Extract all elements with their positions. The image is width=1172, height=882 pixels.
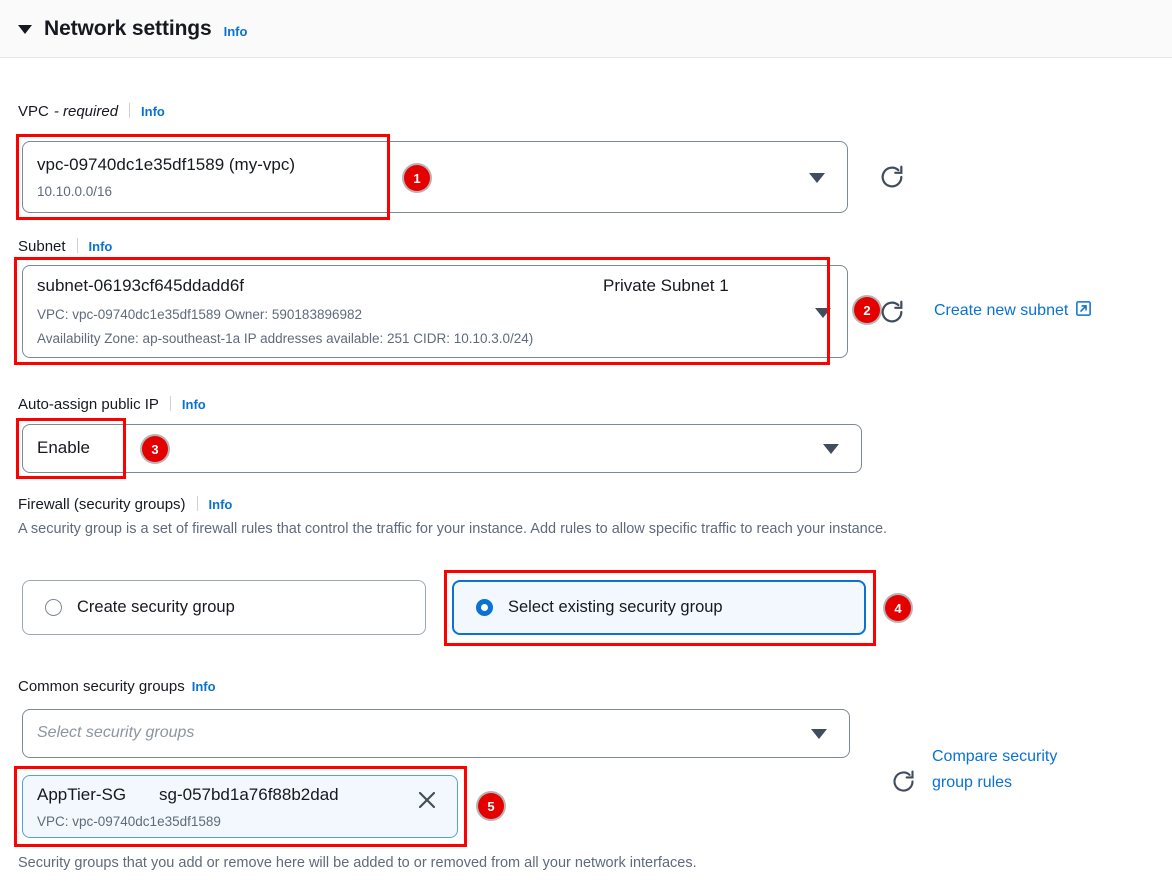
vpc-selected-value: vpc-09740dc1e35df1589 (my-vpc) (37, 155, 295, 174)
subnet-info-link[interactable]: Info (89, 239, 113, 254)
chevron-down-icon[interactable] (811, 729, 827, 739)
close-icon[interactable] (416, 789, 438, 816)
chevron-down-icon[interactable] (809, 173, 825, 183)
label-divider (196, 496, 198, 511)
common-security-groups-label: Common security groups Info (18, 678, 216, 695)
auto-assign-ip-label-text: Auto-assign public IP (18, 396, 159, 413)
firewall-description: A security group is a set of firewall ru… (18, 521, 888, 537)
label-divider (129, 103, 131, 118)
selected-security-group-token[interactable]: AppTier-SG sg-057bd1a76f88b2dad VPC: vpc… (22, 775, 458, 838)
security-groups-refresh-icon[interactable] (890, 768, 917, 800)
vpc-refresh-icon[interactable] (878, 163, 906, 196)
compare-link-line-2: group rules (932, 774, 1013, 791)
create-new-subnet-link[interactable]: Create new subnet (934, 300, 1092, 322)
token-group-name: AppTier-SG (37, 785, 127, 804)
common-security-groups-placeholder: Select security groups (37, 724, 195, 741)
radio-select-existing-security-group[interactable]: Select existing security group (452, 580, 866, 635)
subnet-meta-line-2: Availability Zone: ap-southeast-1a IP ad… (37, 331, 534, 346)
subnet-select[interactable]: subnet-06193cf645ddadd6f Private Subnet … (22, 265, 848, 358)
compare-link-line-1: Compare security (932, 748, 1058, 765)
vpc-label: VPC - required Info (18, 101, 165, 120)
radio-selected-icon[interactable] (476, 599, 493, 616)
token-group-id: sg-057bd1a76f88b2dad (159, 785, 339, 804)
token-group-vpc: VPC: vpc-09740dc1e35df1589 (37, 814, 221, 829)
auto-assign-ip-value: Enable (37, 438, 90, 457)
annotation-badge-5: 5 (478, 793, 504, 819)
subnet-selected-id: subnet-06193cf645ddadd6f (37, 276, 245, 295)
compare-security-group-rules-link[interactable]: Compare security group rules (932, 744, 1072, 796)
annotation-badge-4: 4 (885, 595, 911, 621)
common-security-groups-select[interactable]: Select security groups (22, 709, 850, 758)
security-groups-hint: Security groups that you add or remove h… (18, 855, 697, 871)
subnet-label: Subnet Info (18, 236, 112, 255)
section-info-link[interactable]: Info (224, 24, 248, 39)
auto-assign-ip-label: Auto-assign public IP Info (18, 394, 206, 413)
external-link-icon (1075, 300, 1092, 322)
radio-unselected-icon[interactable] (45, 599, 62, 616)
common-security-groups-label-text: Common security groups (18, 678, 185, 695)
radio-create-security-group-label: Create security group (77, 598, 235, 616)
chevron-down-icon[interactable] (815, 308, 831, 318)
auto-assign-ip-select[interactable]: Enable (22, 424, 862, 473)
caret-down-icon[interactable] (18, 25, 32, 34)
vpc-selected-cidr: 10.10.0.0/16 (37, 184, 113, 199)
annotation-badge-2: 2 (854, 297, 880, 323)
firewall-info-link[interactable]: Info (209, 497, 233, 512)
chevron-down-icon[interactable] (823, 444, 839, 454)
auto-assign-ip-info-link[interactable]: Info (182, 397, 206, 412)
subnet-refresh-icon[interactable] (878, 298, 906, 331)
subnet-label-text: Subnet (18, 238, 66, 255)
radio-select-existing-security-group-label: Select existing security group (508, 598, 723, 616)
vpc-info-link[interactable]: Info (141, 104, 165, 119)
subnet-meta-line-1: VPC: vpc-09740dc1e35df1589 Owner: 590183… (37, 307, 362, 322)
common-security-groups-info-link[interactable]: Info (192, 679, 216, 694)
vpc-label-text: VPC (18, 103, 49, 120)
page-title: Network settings (44, 16, 212, 40)
vpc-required-text: - required (53, 103, 119, 120)
firewall-label-text: Firewall (security groups) (18, 496, 186, 513)
firewall-label: Firewall (security groups) Info (18, 494, 232, 513)
network-settings-header[interactable]: Network settings Info (0, 0, 1172, 58)
subnet-selected-name: Private Subnet 1 (603, 276, 729, 295)
vpc-select[interactable]: vpc-09740dc1e35df1589 (my-vpc) 10.10.0.0… (22, 141, 848, 213)
label-divider (76, 238, 78, 253)
create-new-subnet-label: Create new subnet (934, 302, 1069, 319)
label-divider (169, 396, 171, 411)
radio-create-security-group[interactable]: Create security group (22, 580, 426, 635)
